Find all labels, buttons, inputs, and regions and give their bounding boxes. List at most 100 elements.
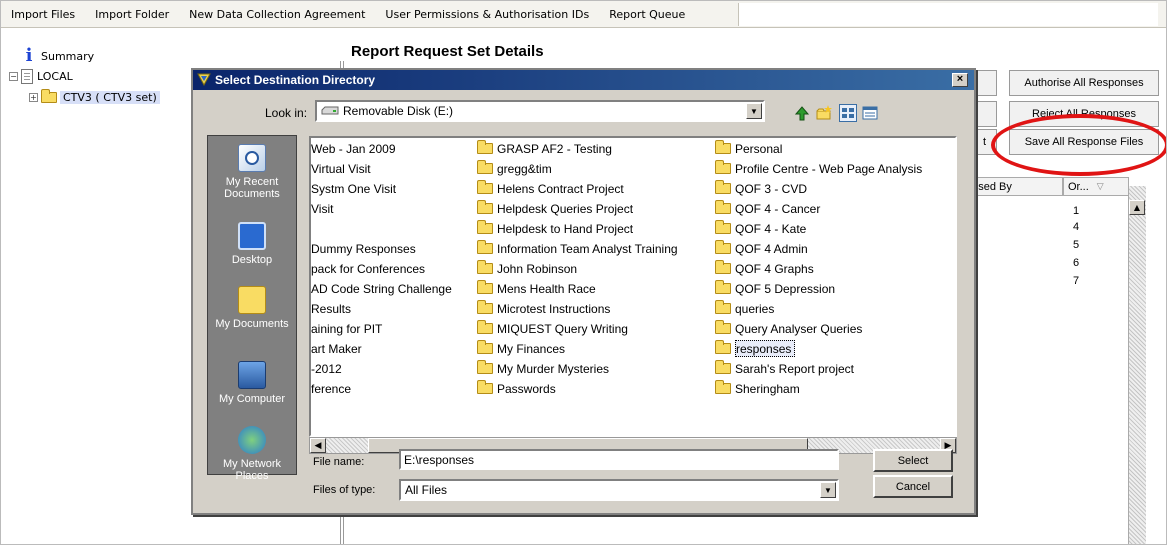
list-item[interactable]: My Murder Mysteries [475, 360, 609, 377]
place-label: My Network Places [222, 458, 282, 482]
list-item[interactable]: aining for PIT [311, 320, 382, 337]
scroll-up-arrow-icon[interactable]: ▲ [1129, 200, 1145, 215]
chevron-down-icon[interactable]: ▼ [746, 103, 762, 119]
list-item[interactable]: Systm One Visit [311, 180, 396, 197]
folder-icon [41, 89, 57, 103]
look-in-value: Removable Disk (E:) [343, 104, 454, 118]
select-button[interactable]: Select [873, 449, 953, 472]
details-view-icon[interactable] [861, 104, 879, 122]
file-item-label: aining for PIT [311, 321, 383, 336]
list-item[interactable]: John Robinson [475, 260, 577, 277]
authorise-all-responses-button[interactable]: Authorise All Responses [1009, 70, 1159, 96]
place-my-documents[interactable]: My Documents [208, 286, 296, 330]
list-item[interactable]: Information Team Analyst Training [475, 240, 678, 257]
vertical-scrollbar[interactable] [1128, 186, 1146, 544]
page-title: Report Request Set Details [351, 43, 544, 60]
my-documents-icon [238, 286, 266, 314]
list-item[interactable]: Sarah's Report project [713, 360, 854, 377]
file-name-input[interactable]: E:\responses [399, 449, 839, 470]
list-item[interactable]: Sheringham [713, 380, 800, 397]
list-item[interactable]: AD Code String Challenge [311, 280, 452, 297]
list-item[interactable]: -2012 [311, 360, 342, 377]
list-item[interactable]: Profile Centre - Web Page Analysis [713, 160, 922, 177]
list-item[interactable]: queries [713, 300, 774, 317]
list-view-icon[interactable] [839, 104, 857, 122]
up-folder-icon[interactable] [793, 104, 811, 122]
file-item-label: Personal [735, 141, 783, 156]
list-item[interactable]: My Finances [475, 340, 565, 357]
tree-item-ctv3-label: CTV3 ( CTV3 set) [60, 91, 160, 104]
list-item[interactable]: Helpdesk Queries Project [475, 200, 633, 217]
file-item-label: queries [735, 301, 775, 316]
file-item-label: Results [311, 301, 352, 316]
list-item[interactable]: QOF 3 - CVD [713, 180, 807, 197]
list-item[interactable]: Personal [713, 140, 782, 157]
list-item[interactable]: ference [311, 380, 351, 397]
menu-user-permissions[interactable]: User Permissions & Authorisation IDs [375, 8, 599, 21]
file-type-combo[interactable]: All Files ▼ [399, 479, 839, 501]
place-desktop[interactable]: Desktop [208, 222, 296, 266]
collapse-icon[interactable]: − [9, 72, 18, 81]
drive-icon [321, 106, 339, 115]
list-item[interactable]: pack for Conferences [311, 260, 425, 277]
list-item[interactable]: Microtest Instructions [475, 300, 610, 317]
list-item[interactable]: Dummy Responses [311, 240, 416, 257]
list-item[interactable]: Web - Jan 2009 [311, 140, 396, 157]
tree-item-ctv3[interactable]: + CTV3 ( CTV3 set) [29, 89, 160, 104]
folder-icon [477, 160, 493, 174]
list-item[interactable]: Mens Health Race [475, 280, 596, 297]
menu-report-queue[interactable]: Report Queue [599, 8, 695, 21]
order-value: 1 [1073, 205, 1080, 217]
folder-icon [477, 360, 493, 374]
file-item-label: gregg&tim [497, 161, 552, 176]
close-icon[interactable]: × [952, 73, 968, 87]
dialog-title-bar[interactable]: Select Destination Directory × [193, 70, 974, 90]
list-item[interactable]: Passwords [475, 380, 556, 397]
chevron-down-icon[interactable]: ▼ [820, 482, 836, 498]
file-type-label: Files of type: [313, 484, 376, 496]
file-item-label: QOF 4 - Kate [735, 221, 807, 236]
list-item[interactable]: Helens Contract Project [475, 180, 624, 197]
folder-icon [715, 320, 731, 334]
file-item-label: MIQUEST Query Writing [497, 321, 628, 336]
list-item[interactable]: QOF 4 Graphs [713, 260, 814, 277]
list-item[interactable]: art Maker [311, 340, 362, 357]
list-item[interactable]: Query Analyser Queries [713, 320, 862, 337]
list-item[interactable]: QOF 4 - Cancer [713, 200, 820, 217]
place-my-computer[interactable]: My Computer [208, 361, 296, 405]
new-folder-icon[interactable] [815, 104, 833, 122]
file-item-label: Helpdesk to Hand Project [497, 221, 634, 236]
cancel-button[interactable]: Cancel [873, 475, 953, 498]
list-item[interactable]: Helpdesk to Hand Project [475, 220, 633, 237]
file-list[interactable]: Web - Jan 2009 Virtual Visit Systm One Vis… [309, 136, 957, 437]
look-in-combo[interactable]: Removable Disk (E:) ▼ [315, 100, 765, 122]
recent-documents-icon [238, 144, 266, 172]
list-item[interactable]: GRASP AF2 - Testing [475, 140, 612, 157]
menu-import-files[interactable]: Import Files [1, 8, 85, 21]
column-header-authorised-by[interactable]: orised By [961, 177, 1063, 196]
column-header-order[interactable]: Or... ▽ [1063, 177, 1129, 196]
list-item[interactable]: QOF 4 - Kate [713, 220, 806, 237]
my-computer-icon [238, 361, 266, 389]
list-item[interactable]: QOF 5 Depression [713, 280, 835, 297]
tree-item-summary[interactable]: i Summary [21, 47, 95, 65]
list-item[interactable]: Virtual Visit [311, 160, 371, 177]
folder-icon [715, 280, 731, 294]
menu-new-data-collection-agreement[interactable]: New Data Collection Agreement [179, 8, 375, 21]
file-item-label: QOF 3 - CVD [735, 181, 808, 196]
list-item[interactable]: Visit [311, 200, 333, 217]
tree-item-local[interactable]: − LOCAL [9, 69, 73, 84]
highlight-oval [991, 114, 1166, 176]
place-my-recent-documents[interactable]: My Recent Documents [208, 144, 296, 200]
list-item[interactable]: gregg&tim [475, 160, 552, 177]
list-item[interactable]: MIQUEST Query Writing [475, 320, 628, 337]
place-my-network-places[interactable]: My Network Places [208, 426, 296, 482]
select-destination-dialog: Select Destination Directory × Look in: … [191, 68, 976, 515]
list-item[interactable]: Results [311, 300, 351, 317]
file-item-label: Visit [311, 201, 334, 216]
list-item[interactable]: QOF 4 Admin [713, 240, 808, 257]
list-item[interactable]: responses [713, 340, 796, 357]
scroll-left-arrow-icon[interactable]: ◀ [310, 438, 326, 453]
expand-icon[interactable]: + [29, 93, 38, 102]
menu-import-folder[interactable]: Import Folder [85, 8, 179, 21]
